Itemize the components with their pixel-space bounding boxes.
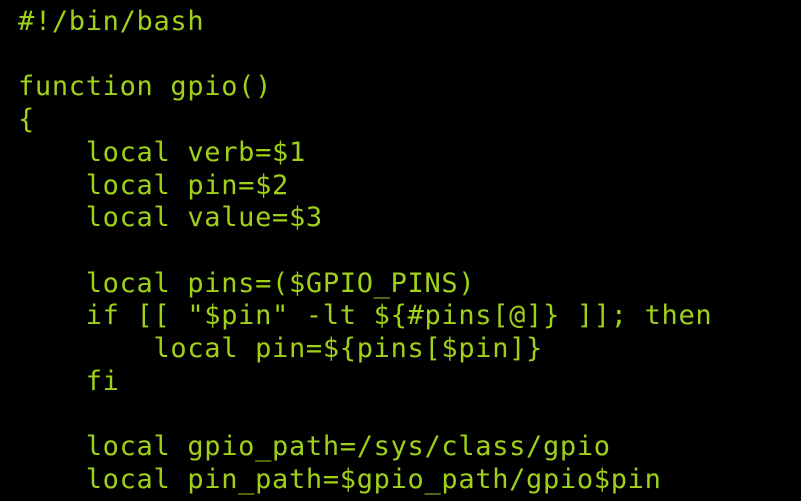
bash-script-text: #!/bin/bash function gpio(){ local verb=… [18, 6, 712, 501]
terminal-screen: #!/bin/bash function gpio(){ local verb=… [0, 0, 801, 501]
code-line: local verb=$1 [18, 136, 306, 168]
code-line: local gpio_path=/sys/class/gpio [18, 431, 611, 463]
code-line: { [18, 104, 35, 136]
code-line: #!/bin/bash [18, 6, 205, 37]
code-line: function gpio() [18, 71, 273, 103]
code-line: local pin=${pins[$pin]} [18, 333, 543, 365]
code-line: local pins=($GPIO_PINS) [18, 267, 476, 299]
code-line: local pin=$2 [18, 169, 289, 201]
code-line: local value=$3 [18, 202, 323, 234]
code-line: if [[ "$pin" -lt ${#pins[@]} ]]; then [18, 300, 713, 332]
code-line: fi [18, 365, 120, 397]
code-line: local pin_path=$gpio_path/gpio$pin [18, 463, 662, 495]
